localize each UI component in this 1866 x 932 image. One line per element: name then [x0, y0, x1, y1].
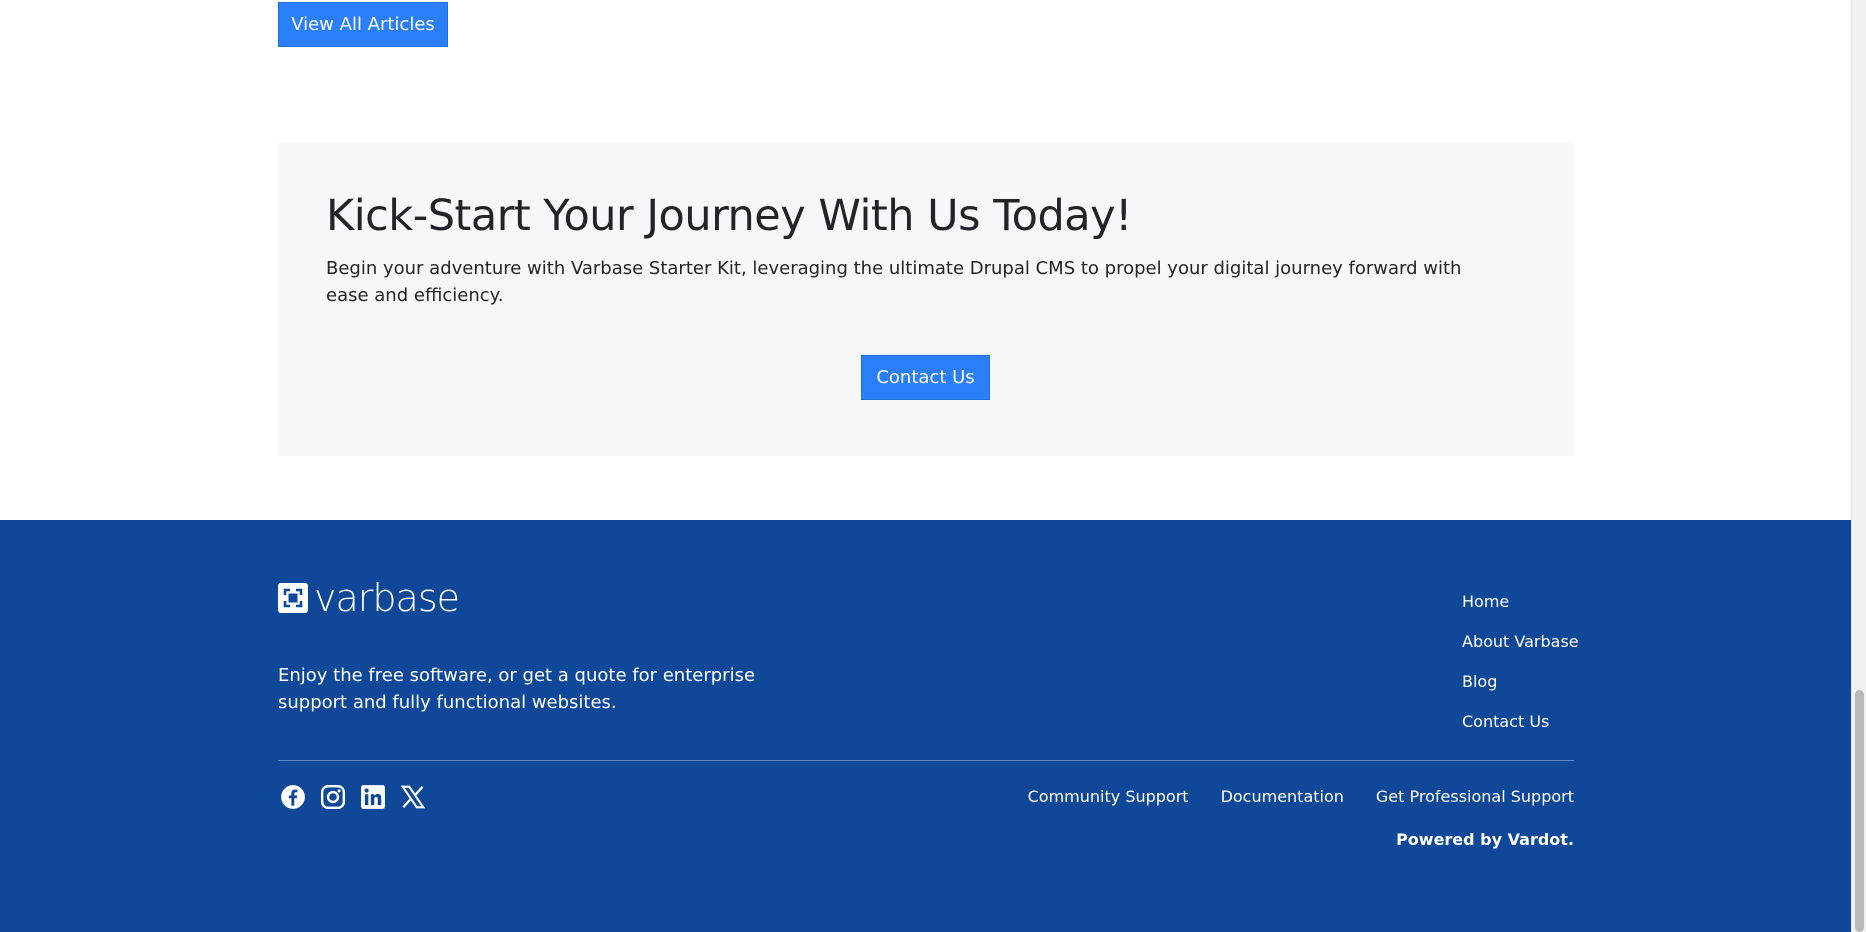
footer-description: Enjoy the free software, or get a quote …	[278, 665, 756, 713]
footer-nav-home[interactable]: Home	[1462, 592, 1574, 632]
contact-us-button[interactable]: Contact Us	[861, 355, 990, 400]
logo-wordmark: varbase	[314, 579, 460, 617]
footer-nav-contact-us[interactable]: Contact Us	[1462, 712, 1574, 752]
varbase-logo-icon	[278, 583, 308, 613]
footer-divider	[278, 760, 1574, 761]
scrollbar-thumb[interactable]	[1855, 690, 1864, 932]
cta-title: Kick-Start Your Journey With Us Today!	[326, 191, 1132, 241]
logo-wordmark-base: base	[372, 576, 460, 620]
footer-nav-about-varbase[interactable]: About Varbase	[1462, 632, 1579, 672]
social-links	[280, 784, 426, 810]
cta-section: Kick-Start Your Journey With Us Today! B…	[278, 143, 1574, 456]
vertical-scrollbar[interactable]	[1851, 0, 1866, 932]
community-support-link[interactable]: Community Support	[1028, 787, 1189, 806]
facebook-icon[interactable]	[280, 784, 306, 810]
cta-description: Begin your adventure with Varbase Starte…	[326, 258, 1462, 306]
footer-nav: Home About Varbase Blog Contact Us	[1462, 592, 1579, 752]
documentation-link[interactable]: Documentation	[1221, 787, 1344, 806]
x-icon[interactable]	[400, 784, 426, 810]
site-footer: varbase Enjoy the free software, or get …	[0, 520, 1851, 932]
footer-nav-blog[interactable]: Blog	[1462, 672, 1574, 712]
varbase-logo[interactable]: varbase	[278, 579, 460, 617]
linkedin-icon[interactable]	[360, 784, 386, 810]
view-all-articles-button[interactable]: View All Articles	[278, 2, 448, 47]
logo-wordmark-var: var	[314, 576, 373, 620]
page: View All Articles Kick-Start Your Journe…	[0, 0, 1851, 932]
footer-bottom-links: Community Support Documentation Get Prof…	[1028, 787, 1574, 806]
powered-by-vardot[interactable]: Powered by Vardot.	[1396, 830, 1574, 849]
get-professional-support-link[interactable]: Get Professional Support	[1376, 787, 1574, 806]
instagram-icon[interactable]	[320, 784, 346, 810]
